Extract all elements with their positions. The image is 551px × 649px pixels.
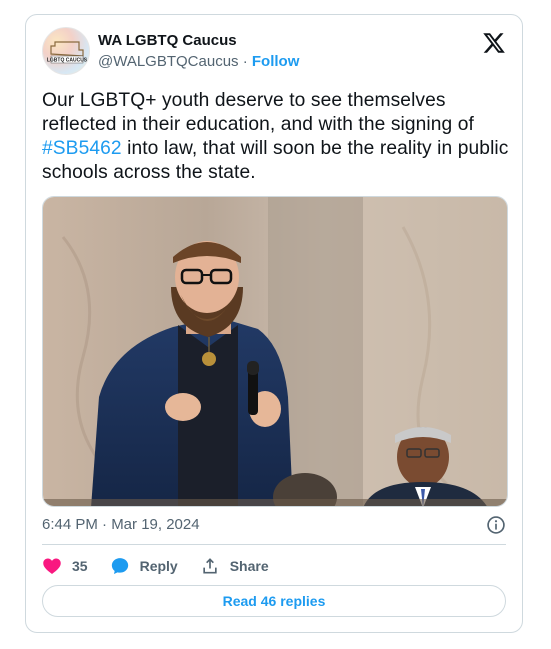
reply-label: Reply — [139, 558, 178, 574]
author-info: WA LGBTQ Caucus @WALGBTQCaucus · Follow — [98, 31, 299, 72]
author-handle[interactable]: @WALGBTQCaucus — [98, 53, 239, 70]
hashtag-link[interactable]: #SB5462 — [42, 138, 122, 159]
avatar-caption: LGBTQ CAUCUS — [47, 58, 88, 64]
like-count: 35 — [72, 558, 88, 574]
share-button[interactable]: Share — [200, 556, 269, 576]
heart-icon — [43, 558, 61, 574]
share-label: Share — [229, 558, 269, 574]
avatar-logo-graphic: LGBTQ CAUCUS — [47, 41, 88, 64]
author-avatar[interactable]: LGBTQ CAUCUS — [42, 27, 90, 75]
divider — [42, 544, 506, 545]
handle-separator: · — [238, 53, 252, 70]
reply-button[interactable]: Reply — [110, 556, 178, 576]
embedded-tweet-card: LGBTQ CAUCUS WA LGBTQ Caucus @WALGBTQCau… — [25, 14, 523, 633]
author-display-name[interactable]: WA LGBTQ Caucus — [98, 31, 299, 51]
tweet-actions: 35 Reply Share — [42, 553, 291, 579]
tweet-timestamp[interactable]: 6:44 PM · Mar 19, 2024 — [42, 516, 200, 533]
tweet-header: LGBTQ CAUCUS WA LGBTQ Caucus @WALGBTQCau… — [42, 27, 506, 75]
speech-bubble-icon — [111, 558, 128, 574]
photo-illustration — [43, 197, 507, 506]
info-icon[interactable] — [486, 515, 506, 535]
x-logo-icon[interactable] — [482, 31, 506, 55]
tweet-text: Our LGBTQ+ youth deserve to see themselv… — [42, 89, 512, 185]
timestamp-row: 6:44 PM · Mar 19, 2024 — [42, 515, 506, 535]
follow-link[interactable]: Follow — [252, 53, 300, 70]
like-button[interactable]: 35 — [42, 556, 88, 576]
tweet-text-before: Our LGBTQ+ youth deserve to see themselv… — [42, 90, 474, 135]
tweet-photo[interactable] — [42, 196, 508, 507]
share-upload-icon — [203, 558, 217, 574]
author-handle-line: @WALGBTQCaucus · Follow — [98, 52, 299, 72]
read-replies-button[interactable]: Read 46 replies — [42, 585, 506, 617]
